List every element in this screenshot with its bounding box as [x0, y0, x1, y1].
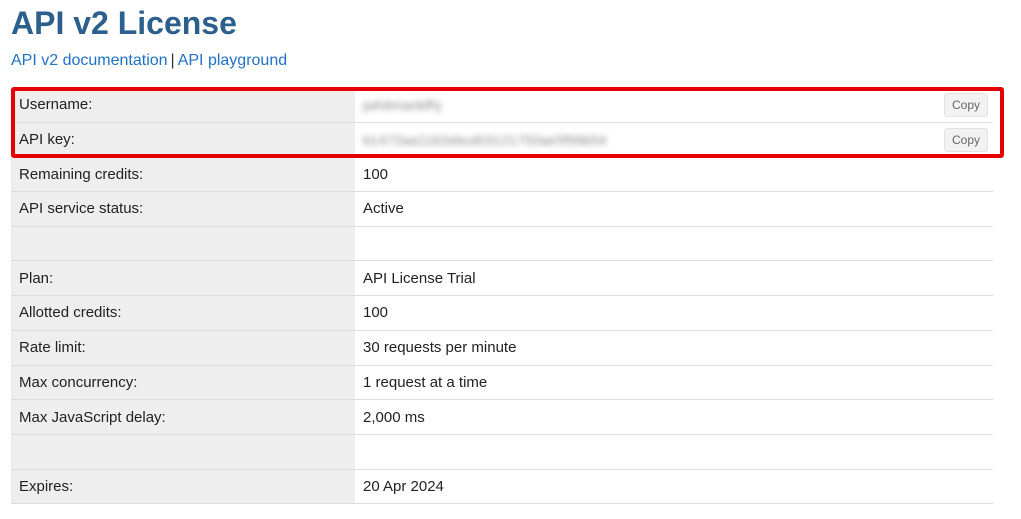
row-label: Max JavaScript delay:	[11, 400, 355, 434]
row-value: API License Trial	[363, 269, 476, 287]
api-key-value-cell: b1472aa1162ebcd03121750ae5f99b54 Copy	[355, 123, 993, 157]
license-table: Username: jwhitmanbfhj Copy API key: b14…	[11, 88, 993, 505]
row-value: Active	[363, 200, 404, 218]
api-playground-link[interactable]: API playground	[178, 52, 287, 69]
row-label: Max concurrency:	[11, 365, 355, 400]
link-separator: |	[170, 52, 175, 69]
row-label	[11, 226, 355, 261]
username-value-cell: jwhitmanbfhj Copy	[355, 88, 993, 122]
row-label: Allotted credits:	[11, 296, 355, 330]
row-label	[11, 434, 355, 469]
table-row: Rate limit: 30 requests per minute	[11, 330, 993, 366]
api-documentation-link[interactable]: API v2 documentation	[11, 52, 168, 69]
table-row: Expires: 20 Apr 2024	[11, 469, 993, 505]
api-key-value: b1472aa1162ebcd03121750ae5f99b54	[363, 131, 607, 148]
table-row: Max concurrency: 1 request at a time	[11, 365, 993, 401]
copy-username-button[interactable]: Copy	[943, 92, 988, 117]
row-value: 100	[363, 165, 389, 183]
row-label: Expires:	[11, 469, 355, 504]
page-links: API v2 documentation | API playground	[11, 51, 287, 71]
table-row-spacer	[11, 226, 993, 262]
table-row: Plan: API License Trial	[11, 261, 993, 297]
table-row-username: Username: jwhitmanbfhj Copy	[11, 88, 993, 123]
table-row: API service status: Active	[11, 192, 993, 227]
copy-api-key-button[interactable]: Copy	[943, 127, 988, 152]
license-page: API v2 License API v2 documentation | API …	[0, 0, 1021, 519]
row-label: Remaining credits:	[11, 157, 355, 192]
row-label: API service status:	[11, 192, 355, 226]
row-label: Plan:	[11, 261, 355, 296]
table-row-api-key: API key: b1472aa1162ebcd03121750ae5f99b5…	[11, 122, 993, 158]
table-row: Allotted credits: 100	[11, 296, 993, 331]
table-row: Remaining credits: 100	[11, 157, 993, 193]
row-value: 100	[363, 304, 389, 322]
table-row-spacer	[11, 434, 993, 470]
table-row: Max JavaScript delay: 2,000 ms	[11, 400, 993, 435]
row-value: 2,000 ms	[363, 408, 425, 426]
username-value: jwhitmanbfhj	[363, 96, 441, 113]
row-value: 20 Apr 2024	[363, 477, 444, 495]
row-label: Rate limit:	[11, 330, 355, 365]
row-value: 1 request at a time	[363, 373, 488, 391]
api-key-label: API key:	[11, 122, 355, 157]
row-value	[355, 227, 993, 261]
username-label: Username:	[11, 88, 355, 122]
row-value	[355, 435, 993, 469]
row-value: 30 requests per minute	[363, 339, 517, 357]
page-title: API v2 License	[11, 5, 237, 41]
